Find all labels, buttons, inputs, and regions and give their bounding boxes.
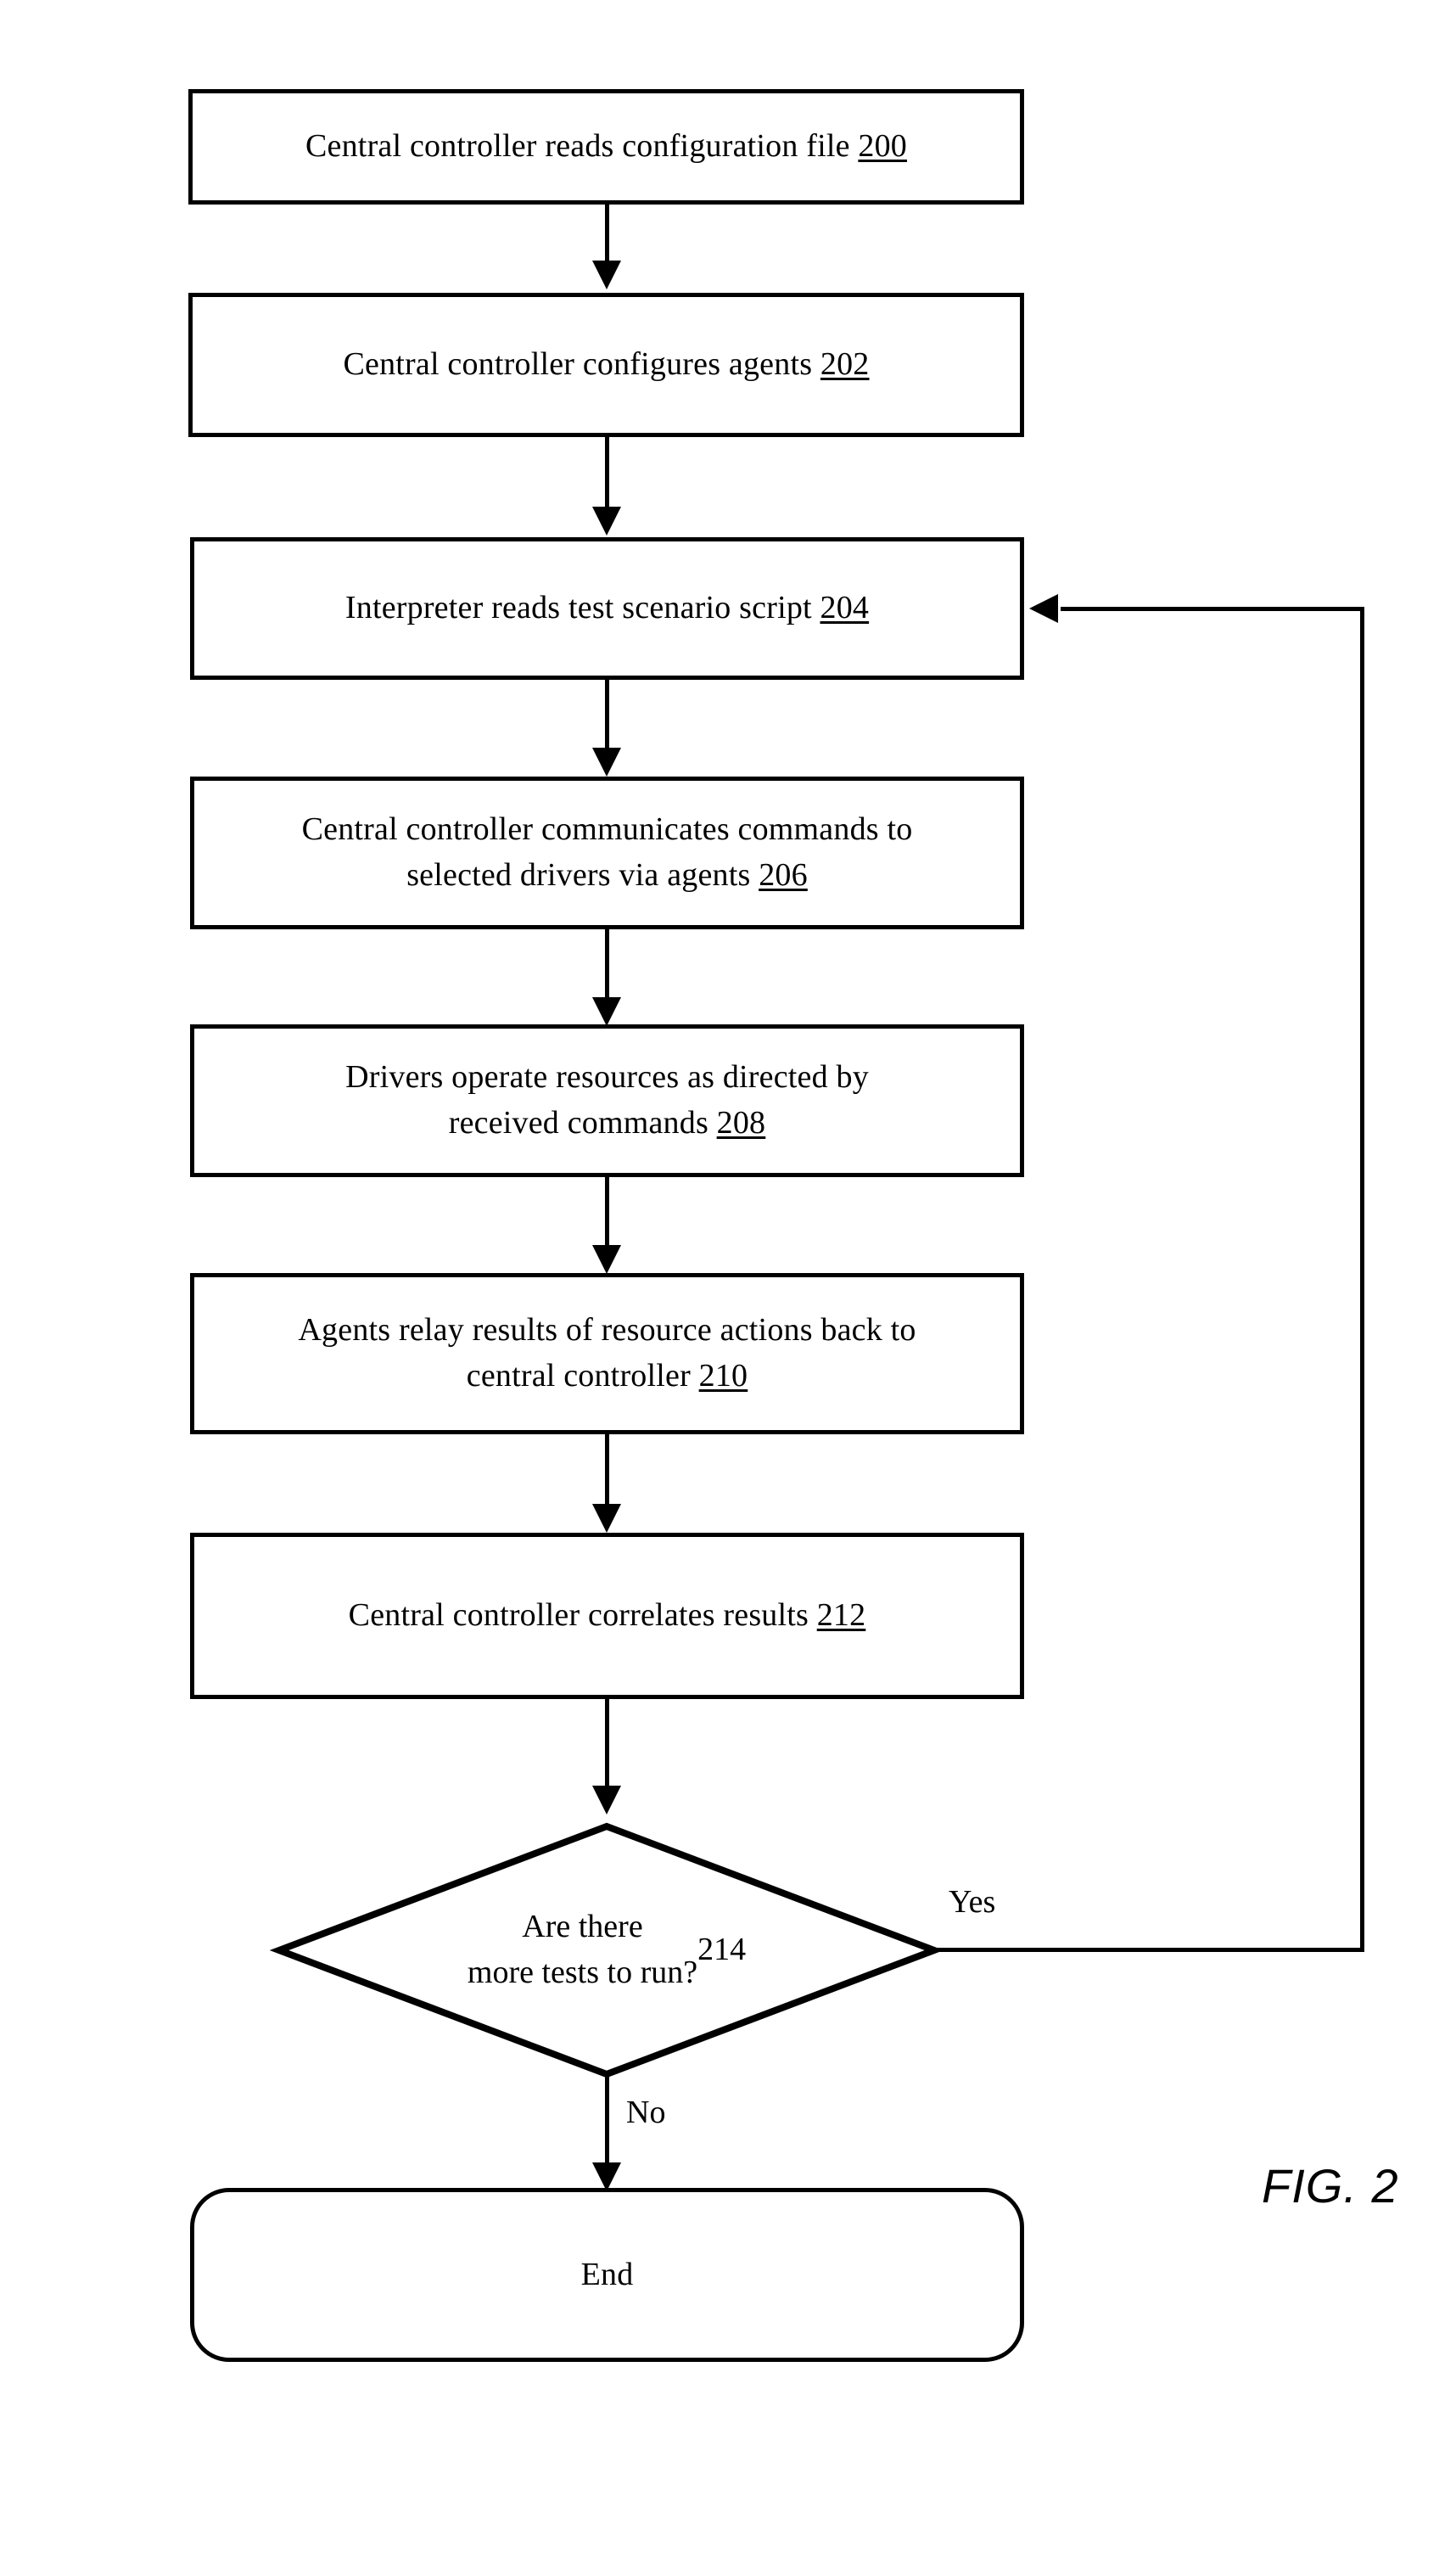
- connector-208-to-210: [605, 1177, 609, 1254]
- arrowhead-200-to-202: [592, 261, 621, 289]
- process-node-204: Interpreter reads test scenario script 2…: [190, 537, 1024, 680]
- connector-214-yes-horizontal: [933, 1948, 1364, 1952]
- arrowhead-212-to-214: [592, 1786, 621, 1814]
- edge-label-yes: Yes: [949, 1884, 996, 1920]
- process-node-212: Central controller correlates results 21…: [190, 1533, 1024, 1699]
- process-node-206-text: Central controller communicates commands…: [301, 811, 913, 893]
- process-node-200: Central controller reads configuration f…: [188, 89, 1024, 205]
- decision-node-214-text: Are there more tests to run? 214: [467, 1909, 747, 1990]
- connector-214-no-vertical: [605, 2074, 609, 2169]
- figure-caption: FIG. 2: [1262, 2159, 1399, 2213]
- reference-numeral-214: 214: [697, 1932, 747, 1968]
- connector-214-yes-return: [1061, 607, 1362, 611]
- connector-204-to-206: [605, 680, 609, 754]
- figure-canvas: Central controller reads configuration f…: [0, 0, 1456, 2552]
- reference-numeral-208: 208: [716, 1105, 766, 1141]
- reference-numeral-212: 212: [816, 1597, 866, 1634]
- process-node-210: Agents relay results of resource actions…: [190, 1273, 1024, 1434]
- terminal-node-end: End: [190, 2188, 1024, 2362]
- edge-label-no: No: [626, 2095, 666, 2130]
- connector-210-to-212: [605, 1434, 609, 1511]
- arrowhead-206-to-208: [592, 997, 621, 1026]
- reference-numeral-210: 210: [698, 1358, 748, 1394]
- process-node-200-text: Central controller reads configuration f…: [305, 128, 907, 165]
- arrowhead-214-no-to-end: [592, 2162, 621, 2191]
- connector-214-yes-vertical: [1360, 607, 1364, 1949]
- connector-212-to-214: [605, 1699, 609, 1792]
- process-node-210-text: Agents relay results of resource actions…: [298, 1312, 916, 1394]
- connector-202-to-204: [605, 437, 609, 513]
- process-node-208-text: Drivers operate resources as directed by…: [345, 1059, 869, 1141]
- arrowhead-202-to-204: [592, 507, 621, 536]
- process-node-204-text: Interpreter reads test scenario script 2…: [344, 590, 870, 626]
- reference-numeral-200: 200: [858, 128, 907, 165]
- process-node-206: Central controller communicates commands…: [190, 777, 1024, 929]
- arrowhead-214-yes-to-204: [1029, 594, 1058, 623]
- process-node-212-text: Central controller correlates results 21…: [348, 1597, 866, 1634]
- process-node-202: Central controller configures agents 202: [188, 293, 1024, 437]
- terminal-node-end-text: End: [580, 2256, 634, 2292]
- arrowhead-204-to-206: [592, 748, 621, 777]
- process-node-202-text: Central controller configures agents 202: [343, 346, 870, 383]
- arrowhead-210-to-212: [592, 1504, 621, 1533]
- reference-numeral-206: 206: [759, 857, 808, 893]
- connector-200-to-202: [605, 205, 609, 269]
- connector-206-to-208: [605, 929, 609, 1004]
- process-node-208: Drivers operate resources as directed by…: [190, 1024, 1024, 1177]
- reference-numeral-204: 204: [820, 590, 870, 626]
- reference-numeral-202: 202: [820, 346, 870, 383]
- arrowhead-208-to-210: [592, 1245, 621, 1274]
- decision-node-214: Are there more tests to run? 214: [269, 1822, 944, 2078]
